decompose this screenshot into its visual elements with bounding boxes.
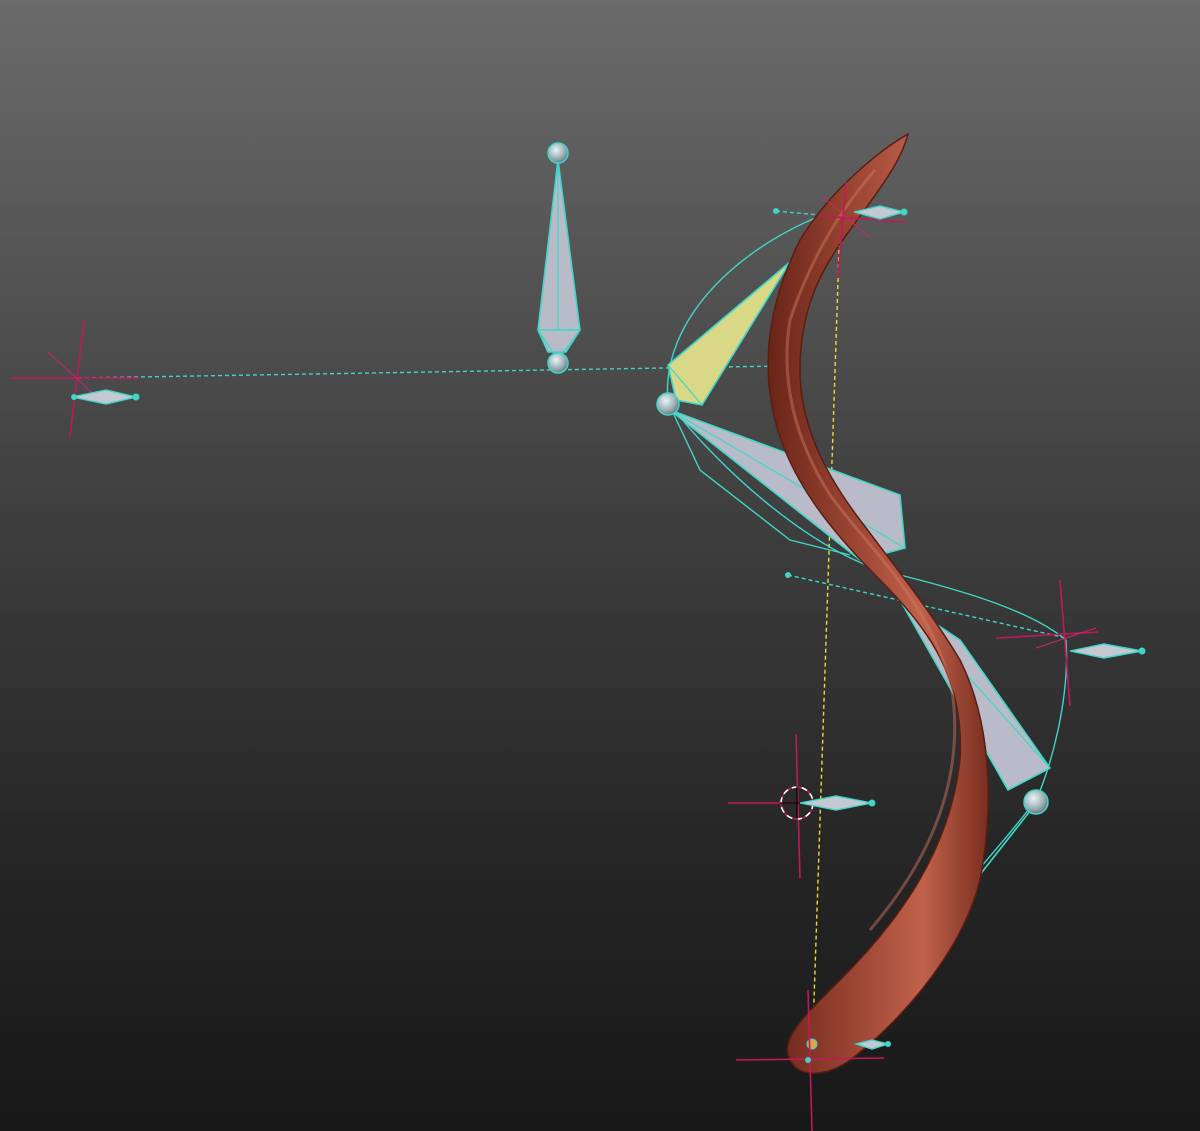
chain-end-joint[interactable] — [806, 1038, 818, 1050]
tentacle-mesh[interactable] — [767, 132, 989, 1074]
3d-cursor-icon[interactable] — [728, 733, 876, 879]
chain-root-joint[interactable] — [656, 392, 680, 416]
bone-standalone[interactable] — [537, 142, 581, 374]
pole-target-line — [811, 221, 841, 1061]
chain-mid-joint[interactable] — [1023, 789, 1049, 815]
ik-target-left[interactable] — [12, 319, 140, 437]
bone-head-joint — [547, 142, 569, 164]
bone-tail-joint — [547, 352, 569, 374]
3d-viewport[interactable] — [0, 0, 1200, 1131]
scene-canvas[interactable] — [0, 0, 1200, 1131]
